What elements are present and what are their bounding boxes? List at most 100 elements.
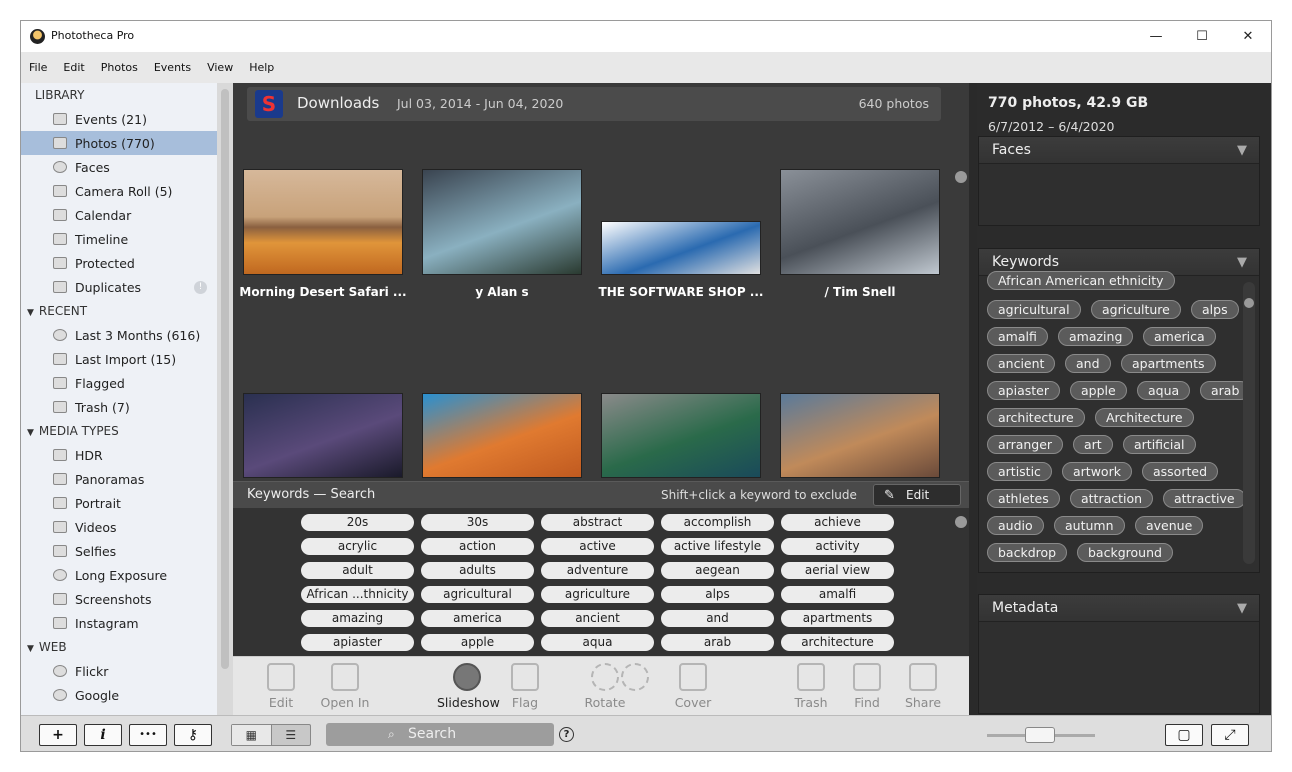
sidebar-item[interactable]: Last 3 Months (616)	[21, 323, 217, 347]
menu-events[interactable]: Events	[154, 61, 191, 74]
toolbar-slideshow-button[interactable]: Slideshow	[437, 663, 500, 710]
sidebar-item[interactable]: Timeline	[21, 227, 217, 251]
keyword-chip[interactable]: agriculture	[541, 586, 654, 603]
keyword-chip[interactable]: African American ethnicity	[987, 271, 1175, 290]
sidebar-item[interactable]: Camera Roll (5)	[21, 179, 217, 203]
metadata-panel-header[interactable]: Metadata ▼	[979, 595, 1259, 622]
close-button[interactable]: ✕	[1225, 21, 1271, 52]
menu-help[interactable]: Help	[249, 61, 274, 74]
sidebar-item[interactable]: Instagram	[21, 611, 217, 635]
keyword-chips-scrollbar[interactable]	[953, 508, 969, 656]
thumbnail-size-slider[interactable]	[987, 727, 1095, 743]
sidebar-item[interactable]: Photos (770)	[21, 131, 217, 155]
minimize-button[interactable]: —	[1133, 21, 1179, 52]
keyword-chip[interactable]: accomplish	[661, 514, 774, 531]
keyword-chip[interactable]: architecture	[987, 408, 1085, 427]
toolbar-trash-button[interactable]: Trash	[781, 663, 841, 710]
sidebar-scrollbar[interactable]	[217, 83, 233, 715]
keywords-edit-button[interactable]: ✎ Edit	[873, 484, 961, 506]
keyword-chip[interactable]: activity	[781, 538, 894, 555]
photo-thumbnail[interactable]	[243, 393, 403, 478]
toolbar-share-button[interactable]: Share	[893, 663, 953, 710]
keyword-chip[interactable]: aerial view	[781, 562, 894, 579]
sidebar-scroll-thumb[interactable]	[221, 89, 229, 669]
keyword-chip[interactable]: artistic	[987, 462, 1052, 481]
sidebar-item[interactable]: Portrait	[21, 491, 217, 515]
keyword-chip[interactable]: ancient	[541, 610, 654, 627]
more-button[interactable]: •••	[129, 724, 167, 746]
sidebar-item[interactable]: Selfies	[21, 539, 217, 563]
keyword-chip[interactable]: aqua	[1137, 381, 1191, 400]
sidebar-item[interactable]: Calendar	[21, 203, 217, 227]
keyword-chip[interactable]: 20s	[301, 514, 414, 531]
sidebar-header-media[interactable]: ▼ MEDIA TYPES	[21, 419, 217, 443]
sidebar-item[interactable]: Faces	[21, 155, 217, 179]
keyword-chip[interactable]: backdrop	[987, 543, 1068, 562]
keyword-chip[interactable]: arab	[661, 634, 774, 651]
chevron-down-icon[interactable]: ▼	[1237, 249, 1247, 276]
keyword-chip[interactable]: amalfi	[987, 327, 1048, 346]
keyword-chip[interactable]: apartments	[781, 610, 894, 627]
keyword-chips-scroll-thumb[interactable]	[955, 516, 967, 528]
search-input[interactable]: ⌕ Search	[326, 723, 554, 746]
triangle-down-icon[interactable]: ▼	[27, 428, 34, 438]
panel-splitter[interactable]	[969, 83, 977, 715]
photo-thumbnail[interactable]	[422, 393, 582, 478]
sidebar-header-recent[interactable]: ▼ RECENT	[21, 299, 217, 323]
keyword-chip[interactable]: attractive	[1163, 489, 1246, 508]
keyword-chip[interactable]: assorted	[1142, 462, 1218, 481]
photo-thumbnail[interactable]	[601, 221, 761, 275]
sidebar-item[interactable]: Google	[21, 683, 217, 707]
sidebar-header-library[interactable]: LIBRARY	[21, 83, 217, 107]
keyword-chip[interactable]: avenue	[1135, 516, 1204, 535]
fit-window-button[interactable]: ▢	[1165, 724, 1203, 746]
keyword-chip[interactable]: arranger	[987, 435, 1064, 454]
help-icon[interactable]: ?	[559, 727, 574, 742]
faces-panel-header[interactable]: Faces ▼	[979, 137, 1259, 164]
keyword-chip[interactable]: amalfi	[781, 586, 894, 603]
keyword-chip[interactable]: agricultural	[421, 586, 534, 603]
keyword-chip[interactable]: ancient	[987, 354, 1056, 373]
photo-thumbnail[interactable]	[243, 169, 403, 275]
keyword-chip[interactable]: apple	[1070, 381, 1127, 400]
keyword-chip[interactable]: adventure	[541, 562, 654, 579]
sidebar-item[interactable]: Flickr	[21, 659, 217, 683]
keyword-chip[interactable]: artificial	[1123, 435, 1196, 454]
keyword-chip[interactable]: apple	[421, 634, 534, 651]
slider-knob[interactable]	[1025, 727, 1055, 743]
keyword-chip[interactable]: autumn	[1054, 516, 1125, 535]
add-button[interactable]: +	[39, 724, 77, 746]
keyword-chip[interactable]: artwork	[1062, 462, 1132, 481]
keyword-chip[interactable]: acrylic	[301, 538, 414, 555]
sidebar-item[interactable]: Panoramas	[21, 467, 217, 491]
keyword-chip[interactable]: agriculture	[1091, 300, 1181, 319]
photo-grid-scroll-thumb[interactable]	[955, 171, 967, 183]
keyword-chip[interactable]: abstract	[541, 514, 654, 531]
keyword-chip[interactable]: background	[1077, 543, 1173, 562]
sidebar-header-web[interactable]: ▼ WEB	[21, 635, 217, 659]
toolbar-cover-button[interactable]: Cover	[663, 663, 723, 710]
keyword-chip[interactable]: amazing	[301, 610, 414, 627]
keyword-chip[interactable]: 30s	[421, 514, 534, 531]
keyword-chip[interactable]: architecture	[781, 634, 894, 651]
keyword-chip[interactable]: active lifestyle	[661, 538, 774, 555]
sidebar-item[interactable]: Events (21)	[21, 107, 217, 131]
list-view-button[interactable]: ☰	[272, 725, 311, 745]
sidebar-item[interactable]: Videos	[21, 515, 217, 539]
keyword-chip[interactable]: america	[421, 610, 534, 627]
keyword-chip[interactable]: aegean	[661, 562, 774, 579]
key-button[interactable]: ⚷	[174, 724, 212, 746]
keyword-chip[interactable]: amazing	[1058, 327, 1134, 346]
grid-view-button[interactable]: ▦	[232, 725, 272, 745]
keyword-chip[interactable]: athletes	[987, 489, 1060, 508]
maximize-button[interactable]: ☐	[1179, 21, 1225, 52]
keyword-chip[interactable]: and	[1065, 354, 1111, 373]
sidebar-item[interactable]: Flagged	[21, 371, 217, 395]
toolbar-open-in-button[interactable]: Open In	[315, 663, 375, 710]
keyword-chip[interactable]: agricultural	[987, 300, 1081, 319]
keyword-chip[interactable]: art	[1073, 435, 1113, 454]
menu-photos[interactable]: Photos	[101, 61, 138, 74]
photo-thumbnail[interactable]	[780, 169, 940, 275]
fullscreen-button[interactable]: ⤢	[1211, 724, 1249, 746]
menu-edit[interactable]: Edit	[63, 61, 84, 74]
